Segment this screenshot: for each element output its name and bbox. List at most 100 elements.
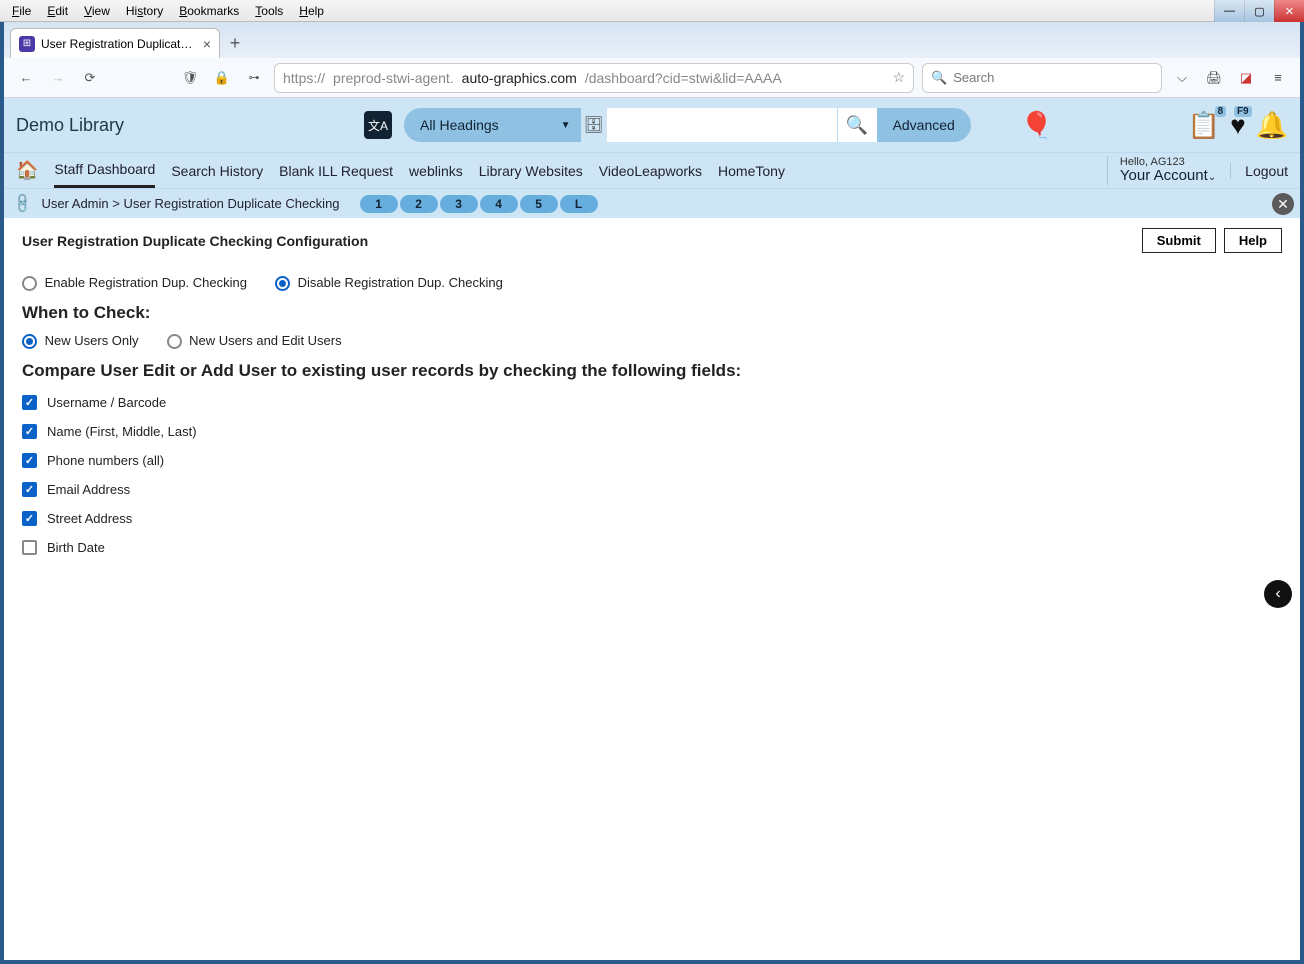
window-close-button[interactable]: ✕: [1274, 0, 1304, 22]
shield-icon[interactable]: 🛡: [178, 66, 202, 90]
enable-dup-radio[interactable]: Enable Registration Dup. Checking: [22, 275, 247, 291]
account-label: Your Account: [1120, 167, 1208, 184]
breadcrumb[interactable]: User Admin > User Registration Duplicate…: [41, 196, 339, 211]
os-menu-tools[interactable]: Tools: [247, 2, 291, 20]
window-minimize-button[interactable]: —: [1214, 0, 1244, 22]
os-menubar: File Edit View History Bookmarks Tools H…: [0, 0, 1304, 22]
panel-close-button[interactable]: ✕: [1272, 193, 1294, 215]
url-path: /dashboard?cid=stwi&lid=AAAA: [585, 70, 782, 86]
nav-staff-dashboard[interactable]: Staff Dashboard: [54, 153, 155, 188]
checkbox-icon: ✓: [22, 540, 37, 555]
field-checkbox-row[interactable]: ✓ Birth Date: [22, 540, 1282, 555]
url-subdomain: preprod-stwi-agent.: [333, 70, 454, 86]
notifications-icon[interactable]: 🔔: [1256, 110, 1288, 141]
language-icon[interactable]: 文A: [364, 111, 392, 139]
browser-search-input[interactable]: 🔍 Search: [922, 63, 1162, 93]
radio-icon: [22, 334, 37, 349]
breadcrumb-row: 🔗 User Admin > User Registration Duplica…: [4, 188, 1300, 218]
submit-button[interactable]: Submit: [1142, 228, 1216, 253]
url-protocol: https://: [283, 70, 325, 86]
os-menu-edit[interactable]: Edit: [39, 2, 76, 20]
window-maximize-button[interactable]: ▢: [1244, 0, 1274, 22]
home-icon[interactable]: 🏠: [16, 160, 38, 181]
account-area: Hello, AG123 Your Account⌄ Logout: [1107, 156, 1288, 185]
enable-dup-label: Enable Registration Dup. Checking: [45, 275, 247, 290]
list-badge: 8: [1215, 106, 1227, 117]
browser-tab[interactable]: ⊞ User Registration Duplicate Che ×: [10, 28, 220, 58]
chevron-left-icon: ‹: [1275, 585, 1280, 603]
radio-icon: [167, 334, 182, 349]
field-label: Email Address: [47, 482, 130, 497]
breadcrumb-parent[interactable]: User Admin: [41, 196, 108, 211]
nav-library-websites[interactable]: Library Websites: [479, 155, 583, 187]
checkbox-icon: ✓: [22, 424, 37, 439]
pocket-icon[interactable]: ⌵: [1170, 66, 1194, 90]
when-both-label: New Users and Edit Users: [189, 333, 341, 348]
catalog-search-input[interactable]: [607, 108, 837, 142]
link-icon: 🔗: [11, 191, 35, 215]
config-header: User Registration Duplicate Checking Con…: [4, 218, 1300, 275]
headings-dropdown[interactable]: All Headings ▼: [404, 108, 581, 142]
hamburger-menu-icon[interactable]: ≡: [1266, 66, 1290, 90]
account-dropdown[interactable]: Hello, AG123 Your Account⌄: [1120, 156, 1216, 185]
logout-link[interactable]: Logout: [1230, 163, 1288, 179]
step-pill-5[interactable]: 5: [520, 195, 558, 213]
nav-search-history[interactable]: Search History: [171, 155, 263, 187]
os-menu-view[interactable]: View: [76, 2, 118, 20]
extension-icon[interactable]: ◪: [1234, 66, 1258, 90]
url-domain: auto-graphics.com: [462, 70, 577, 86]
browser-search-placeholder: Search: [953, 70, 994, 85]
headings-label: All Headings: [420, 117, 499, 133]
list-icon[interactable]: 📋8: [1188, 110, 1220, 141]
balloon-icon[interactable]: 🎈: [1021, 110, 1053, 141]
bookmark-star-icon[interactable]: ☆: [892, 69, 905, 86]
window-controls: — ▢ ✕: [1214, 0, 1304, 22]
help-button[interactable]: Help: [1224, 228, 1282, 253]
disable-dup-label: Disable Registration Dup. Checking: [298, 275, 503, 290]
field-checkbox-row[interactable]: ✓ Name (First, Middle, Last): [22, 424, 1282, 439]
step-pill-4[interactable]: 4: [480, 195, 518, 213]
step-pill-l[interactable]: L: [560, 195, 598, 213]
collapse-right-button[interactable]: ‹: [1264, 580, 1292, 608]
field-checkbox-row[interactable]: ✓Email Address: [22, 482, 1282, 497]
step-pill-1[interactable]: 1: [360, 195, 398, 213]
field-checkbox-row[interactable]: ✓Street Address: [22, 511, 1282, 526]
catalog-search-button[interactable]: 🔍: [837, 108, 877, 142]
field-label: Name (First, Middle, Last): [47, 424, 197, 439]
checkbox-icon: ✓: [22, 453, 37, 468]
database-icon[interactable]: 🗄: [581, 108, 607, 142]
os-menu-bookmarks[interactable]: Bookmarks: [171, 2, 247, 20]
nav-hometony[interactable]: HomeTony: [718, 155, 785, 187]
nav-weblinks[interactable]: weblinks: [409, 155, 463, 187]
tab-close-icon[interactable]: ×: [203, 36, 211, 52]
nav-videoleapworks[interactable]: VideoLeapworks: [599, 155, 702, 187]
os-menu-help[interactable]: Help: [291, 2, 332, 20]
field-label: Street Address: [47, 511, 132, 526]
breadcrumb-sep: >: [112, 196, 120, 211]
os-menu-history[interactable]: History: [118, 2, 171, 20]
field-label: Phone numbers (all): [47, 453, 164, 468]
nav-forward-button[interactable]: →: [46, 66, 70, 90]
nav-blank-ill[interactable]: Blank ILL Request: [279, 155, 393, 187]
favorites-icon[interactable]: ♥F9: [1230, 110, 1245, 141]
step-pill-3[interactable]: 3: [440, 195, 478, 213]
os-menu-file[interactable]: File: [4, 2, 39, 20]
new-tab-button[interactable]: +: [220, 28, 250, 58]
lock-icon: 🔒: [210, 66, 234, 90]
print-icon[interactable]: 🖨: [1202, 66, 1226, 90]
app-header: Demo Library 文A All Headings ▼ 🗄 🔍 Advan…: [4, 98, 1300, 152]
when-new-radio[interactable]: New Users Only: [22, 333, 139, 349]
field-checkbox-row[interactable]: ✓ Phone numbers (all): [22, 453, 1282, 468]
when-both-radio[interactable]: New Users and Edit Users: [167, 333, 342, 349]
url-bar[interactable]: https:// preprod-stwi-agent. auto-graphics…: [274, 63, 914, 93]
checkbox-icon: ✓: [22, 395, 37, 410]
step-pill-2[interactable]: 2: [400, 195, 438, 213]
permissions-icon[interactable]: ⊶: [242, 66, 266, 90]
nav-back-button[interactable]: ←: [14, 66, 38, 90]
nav-reload-button[interactable]: ⟳: [78, 66, 102, 90]
field-label: Birth Date: [47, 540, 105, 555]
disable-dup-radio[interactable]: Disable Registration Dup. Checking: [275, 275, 503, 291]
field-checkbox-row[interactable]: ✓Username / Barcode: [22, 395, 1282, 410]
advanced-search-button[interactable]: Advanced: [877, 108, 971, 142]
chevron-down-icon: ▼: [561, 120, 571, 131]
